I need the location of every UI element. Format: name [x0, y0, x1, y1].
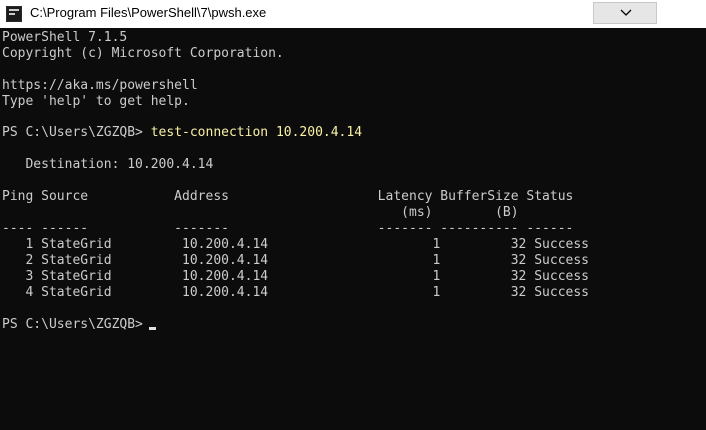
title-bar[interactable]: C:\Program Files\PowerShell\7\pwsh.exe [0, 0, 706, 28]
banner-version: PowerShell 7.1.5 [2, 30, 128, 45]
active-prompt-line[interactable]: PS C:\Users\ZGZQB> [2, 317, 156, 333]
window-title: C:\Program Files\PowerShell\7\pwsh.exe [30, 5, 267, 20]
destination-line: Destination: 10.200.4.14 [2, 157, 214, 172]
banner-help: Type 'help' to get help. [2, 94, 190, 109]
table-row: 1 StateGrid 10.200.4.14 1 32 Success [2, 237, 589, 252]
table-row: 4 StateGrid 10.200.4.14 1 32 Success [2, 285, 589, 300]
banner-url: https://aka.ms/powershell [2, 78, 198, 93]
terminal-window: C:\Program Files\PowerShell\7\pwsh.exe P… [0, 0, 706, 430]
command-text: test-connection 10.200.4.14 [150, 125, 363, 140]
prompt-line: PS C:\Users\ZGZQB> test-connection 10.20… [2, 125, 362, 141]
text-cursor [148, 327, 156, 330]
table-row: 2 StateGrid 10.200.4.14 1 32 Success [2, 253, 589, 268]
banner-copyright: Copyright (c) Microsoft Corporation. [2, 46, 284, 61]
tab-dropdown-button[interactable] [593, 2, 657, 24]
prompt-text: PS C:\Users\ZGZQB> [2, 125, 151, 140]
table-row: 3 StateGrid 10.200.4.14 1 32 Success [2, 269, 589, 284]
active-prompt-text: PS C:\Users\ZGZQB> [2, 317, 143, 332]
console-output[interactable]: PowerShell 7.1.5 Copyright (c) Microsoft… [0, 28, 706, 430]
powershell-console-icon [6, 6, 22, 22]
chevron-down-icon [620, 9, 632, 16]
table-header: Ping Source Address Latency BufferSize S… [2, 189, 574, 204]
table-separator: ---- ------ ------- ------- ---------- -… [2, 221, 574, 236]
table-header-units: (ms) (B) [2, 205, 519, 220]
